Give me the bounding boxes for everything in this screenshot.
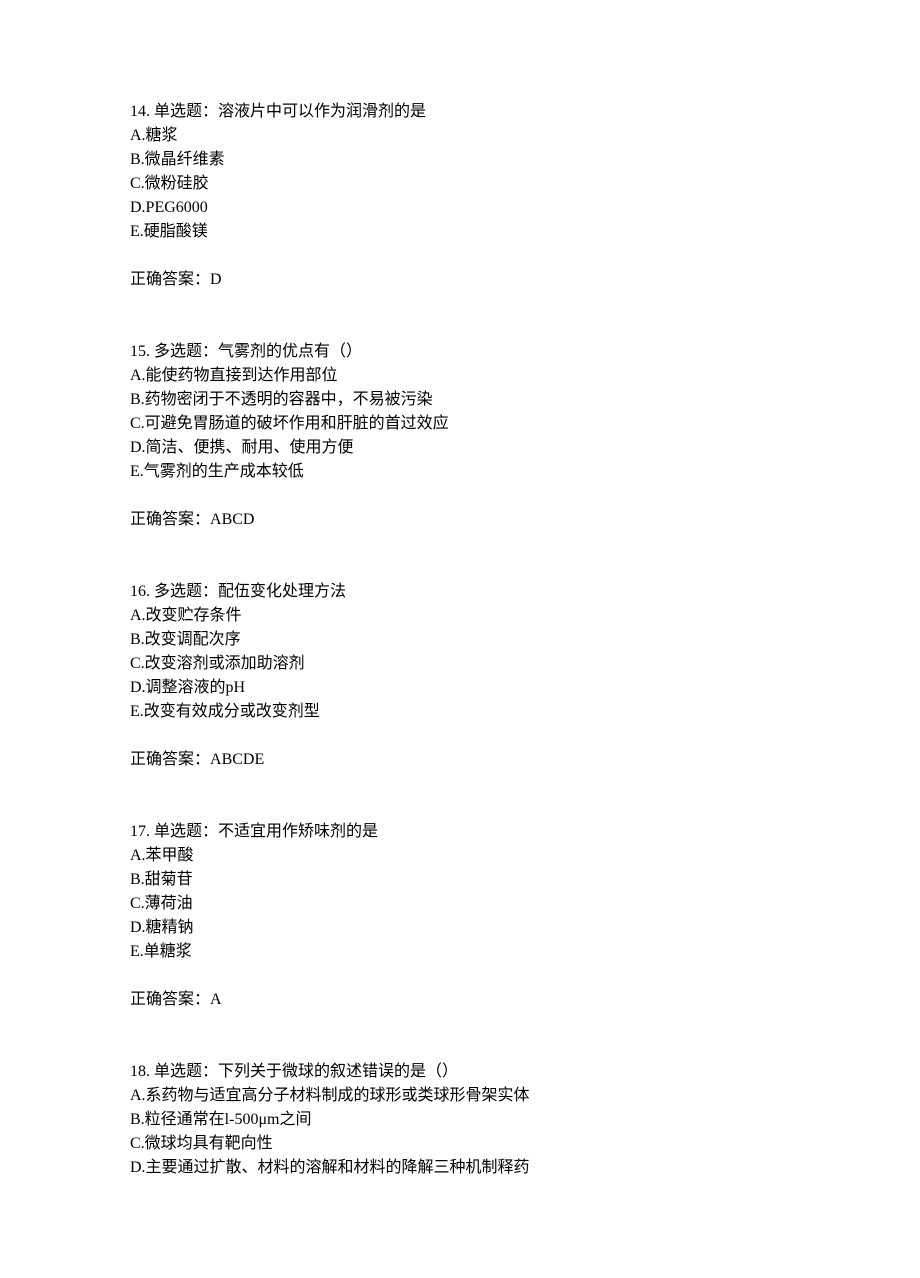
option-b: B.改变调配次序 bbox=[130, 628, 790, 652]
answer-line: 正确答案：D bbox=[130, 268, 790, 292]
option-b: B.粒径通常在l-500μm之间 bbox=[130, 1108, 790, 1132]
question-18: 18. 单选题：下列关于微球的叙述错误的是（） A.系药物与适宜高分子材料制成的… bbox=[130, 1060, 790, 1180]
option-d: D.糖精钠 bbox=[130, 916, 790, 940]
option-e: E.单糖浆 bbox=[130, 940, 790, 964]
question-number: 18. bbox=[130, 1063, 150, 1080]
question-content: 配伍变化处理方法 bbox=[218, 583, 346, 600]
option-e: E.改变有效成分或改变剂型 bbox=[130, 700, 790, 724]
question-stem: 18. 单选题：下列关于微球的叙述错误的是（） bbox=[130, 1060, 790, 1084]
question-number: 17. bbox=[130, 823, 150, 840]
question-15: 15. 多选题：气雾剂的优点有（） A.能使药物直接到达作用部位 B.药物密闭于… bbox=[130, 340, 790, 532]
question-number: 14. bbox=[130, 103, 150, 120]
answer-line: 正确答案：ABCD bbox=[130, 508, 790, 532]
question-17: 17. 单选题：不适宜用作矫味剂的是 A.苯甲酸 B.甜菊苷 C.薄荷油 D.糖… bbox=[130, 820, 790, 1012]
question-16: 16. 多选题：配伍变化处理方法 A.改变贮存条件 B.改变调配次序 C.改变溶… bbox=[130, 580, 790, 772]
answer-label-text: 正确答案： bbox=[130, 271, 210, 288]
answer-label-text: 正确答案： bbox=[130, 991, 210, 1008]
option-e: E.气雾剂的生产成本较低 bbox=[130, 460, 790, 484]
option-a: A.苯甲酸 bbox=[130, 844, 790, 868]
answer-value: ABCD bbox=[210, 511, 254, 528]
question-type: 单选题： bbox=[154, 103, 218, 120]
answer-line: 正确答案：A bbox=[130, 988, 790, 1012]
question-type: 多选题： bbox=[154, 583, 218, 600]
answer-line: 正确答案：ABCDE bbox=[130, 748, 790, 772]
question-content: 不适宜用作矫味剂的是 bbox=[218, 823, 378, 840]
option-a: A.糖浆 bbox=[130, 124, 790, 148]
option-d: D.PEG6000 bbox=[130, 196, 790, 220]
option-a: A.能使药物直接到达作用部位 bbox=[130, 364, 790, 388]
question-stem: 17. 单选题：不适宜用作矫味剂的是 bbox=[130, 820, 790, 844]
question-number: 15. bbox=[130, 343, 150, 360]
question-stem: 15. 多选题：气雾剂的优点有（） bbox=[130, 340, 790, 364]
answer-label-text: 正确答案： bbox=[130, 511, 210, 528]
option-e: E.硬脂酸镁 bbox=[130, 220, 790, 244]
option-b: B.微晶纤维素 bbox=[130, 148, 790, 172]
option-c: C.微粉硅胶 bbox=[130, 172, 790, 196]
option-b: B.药物密闭于不透明的容器中，不易被污染 bbox=[130, 388, 790, 412]
option-c: C.微球均具有靶向性 bbox=[130, 1132, 790, 1156]
option-d: D.简洁、便携、耐用、使用方便 bbox=[130, 436, 790, 460]
option-b: B.甜菊苷 bbox=[130, 868, 790, 892]
question-number: 16. bbox=[130, 583, 150, 600]
answer-value: A bbox=[210, 991, 222, 1008]
option-c: C.可避免胃肠道的破坏作用和肝脏的首过效应 bbox=[130, 412, 790, 436]
option-c: C.改变溶剂或添加助溶剂 bbox=[130, 652, 790, 676]
question-stem: 14. 单选题：溶液片中可以作为润滑剂的是 bbox=[130, 100, 790, 124]
question-type: 多选题： bbox=[154, 343, 218, 360]
question-type: 单选题： bbox=[154, 1063, 218, 1080]
question-stem: 16. 多选题：配伍变化处理方法 bbox=[130, 580, 790, 604]
question-14: 14. 单选题：溶液片中可以作为润滑剂的是 A.糖浆 B.微晶纤维素 C.微粉硅… bbox=[130, 100, 790, 292]
option-a: A.系药物与适宜高分子材料制成的球形或类球形骨架实体 bbox=[130, 1084, 790, 1108]
question-content: 下列关于微球的叙述错误的是（） bbox=[218, 1063, 458, 1080]
question-content: 气雾剂的优点有（） bbox=[218, 343, 362, 360]
answer-value: D bbox=[210, 271, 222, 288]
option-d: D.主要通过扩散、材料的溶解和材料的降解三种机制释药 bbox=[130, 1156, 790, 1180]
option-a: A.改变贮存条件 bbox=[130, 604, 790, 628]
option-d: D.调整溶液的pH bbox=[130, 676, 790, 700]
answer-label-text: 正确答案： bbox=[130, 751, 210, 768]
question-content: 溶液片中可以作为润滑剂的是 bbox=[218, 103, 426, 120]
answer-value: ABCDE bbox=[210, 751, 264, 768]
question-type: 单选题： bbox=[154, 823, 218, 840]
option-c: C.薄荷油 bbox=[130, 892, 790, 916]
